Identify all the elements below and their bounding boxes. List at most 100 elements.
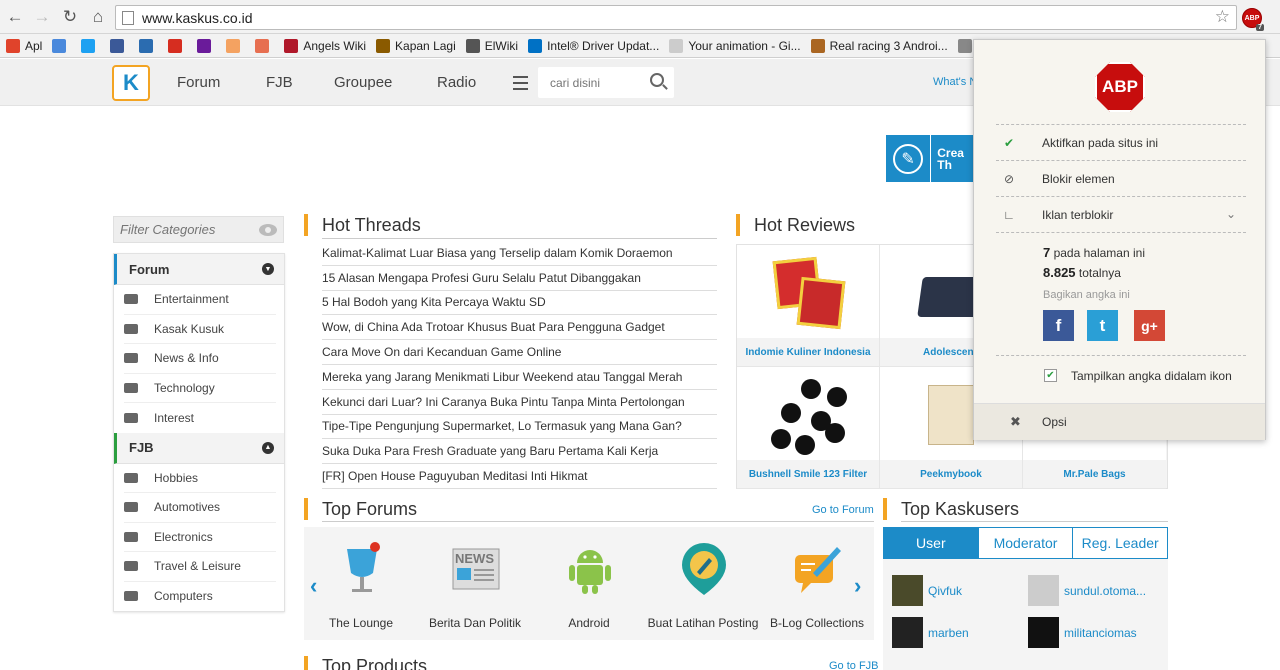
create-thread-button[interactable]: ✎ Crea Th bbox=[886, 135, 976, 182]
category-item[interactable]: Kasak Kusuk bbox=[124, 315, 276, 344]
go-to-fjb-link[interactable]: Go to FJB bbox=[829, 660, 879, 670]
bookmark-item[interactable] bbox=[81, 38, 100, 53]
bookmark-item[interactable]: Apl bbox=[6, 38, 42, 53]
bookmark-item[interactable]: Angels Wiki bbox=[284, 38, 366, 53]
chevron-down-icon[interactable]: ⌄ bbox=[1226, 207, 1236, 221]
forum-item-berita[interactable]: NEWS Berita Dan Politik bbox=[418, 527, 532, 640]
thread-link[interactable]: 5 Hal Bodoh yang Kita Percaya Waktu SD bbox=[322, 291, 717, 316]
thread-link[interactable]: Suka Duka Para Fresh Graduate yang Baru … bbox=[322, 439, 717, 465]
share-label: Bagikan angka ini bbox=[1043, 289, 1130, 301]
thread-link[interactable]: [FR] Open House Paguyuban Meditasi Inti … bbox=[322, 464, 717, 489]
bookmark-item[interactable] bbox=[110, 38, 129, 53]
chevron-down-icon[interactable]: ▼ bbox=[262, 263, 274, 275]
bookmark-item[interactable]: Kapan Lagi bbox=[376, 38, 456, 53]
newspaper-icon: NEWS bbox=[452, 548, 500, 590]
noodle-image bbox=[772, 256, 846, 330]
forum-item-android[interactable]: Android bbox=[532, 527, 646, 640]
nav-fjb[interactable]: FJB bbox=[266, 74, 293, 91]
review-card[interactable]: Bushnell Smile 123 Filter bbox=[737, 367, 880, 489]
category-fjb-header[interactable]: FJB ▲ bbox=[114, 432, 284, 464]
avatar bbox=[892, 617, 923, 648]
search-icon[interactable] bbox=[650, 73, 664, 87]
bookmark-item[interactable] bbox=[139, 38, 158, 53]
bookmark-item[interactable] bbox=[226, 38, 245, 53]
go-to-forum-link[interactable]: Go to Forum bbox=[812, 504, 874, 516]
block-element-item[interactable]: ⊘ Blokir elemen bbox=[996, 160, 1246, 196]
forum-item-latihan-posting[interactable]: Buat Latihan Posting bbox=[646, 527, 760, 640]
menu-icon[interactable] bbox=[513, 76, 528, 94]
address-bar[interactable]: www.kaskus.co.id ☆ bbox=[115, 5, 1237, 30]
thread-link[interactable]: 15 Alasan Mengapa Profesi Guru Selalu Pa… bbox=[322, 266, 717, 291]
nav-radio[interactable]: Radio bbox=[437, 74, 476, 91]
bookmark-item[interactable]: Real racing 3 Androi... bbox=[810, 38, 948, 53]
eye-icon[interactable] bbox=[259, 224, 277, 236]
bookmark-item[interactable]: Your animation - Gi... bbox=[669, 38, 801, 53]
forum-item-the-lounge[interactable]: The Lounge bbox=[304, 527, 418, 640]
category-item[interactable]: Entertainment bbox=[124, 285, 276, 315]
forward-icon[interactable]: → bbox=[32, 7, 52, 27]
bookmark-item[interactable]: ElWiki bbox=[465, 38, 518, 53]
twitter-share-icon[interactable]: t bbox=[1087, 310, 1118, 341]
options-item[interactable]: ✖ Opsi bbox=[974, 403, 1265, 440]
bookmark-icon bbox=[52, 38, 67, 53]
user-item[interactable]: militanciomas bbox=[1028, 617, 1137, 648]
kaskus-logo[interactable]: K bbox=[112, 65, 150, 101]
thread-link[interactable]: Cara Move On dari Kecanduan Game Online bbox=[322, 340, 717, 365]
category-item[interactable]: Travel & Leisure bbox=[124, 552, 276, 582]
reload-icon[interactable]: ↻ bbox=[60, 7, 80, 27]
emoji-stickers-image bbox=[771, 377, 847, 457]
whats-new-link[interactable]: What's N bbox=[933, 76, 977, 88]
user-item[interactable]: Qivfuk bbox=[892, 575, 962, 606]
blocked-ads-item[interactable]: ∟ Iklan terblokir ⌄ bbox=[996, 196, 1246, 232]
bookmark-item[interactable] bbox=[168, 38, 187, 53]
category-item[interactable]: Automotives bbox=[124, 493, 276, 523]
thread-link[interactable]: Wow, di China Ada Trotoar Khusus Buat Pa… bbox=[322, 315, 717, 341]
user-item[interactable]: marben bbox=[892, 617, 969, 648]
bookmark-icon bbox=[110, 38, 125, 53]
top-forums-title: Top Forums bbox=[304, 498, 417, 520]
bookmark-icon bbox=[6, 38, 20, 53]
category-item[interactable]: Technology bbox=[124, 374, 276, 403]
show-count-in-icon-option[interactable]: ✔ Tampilkan angka didalam ikon bbox=[996, 355, 1246, 395]
bookmark-item[interactable] bbox=[197, 38, 216, 53]
category-item[interactable]: Computers bbox=[124, 582, 276, 612]
bookmark-item[interactable] bbox=[255, 38, 274, 53]
search-input[interactable] bbox=[550, 75, 645, 90]
filter-categories-input[interactable] bbox=[120, 222, 250, 237]
chart-icon: ∟ bbox=[1003, 207, 1015, 222]
thread-link[interactable]: Kalimat-Kalimat Luar Biasa yang Terselip… bbox=[322, 241, 717, 266]
checkbox[interactable]: ✔ bbox=[1044, 369, 1057, 382]
chevron-right-icon[interactable]: › bbox=[854, 573, 861, 599]
review-card[interactable]: Indomie Kuliner Indonesia bbox=[737, 245, 880, 367]
nav-forum[interactable]: Forum bbox=[177, 74, 220, 91]
tab-moderator[interactable]: Moderator bbox=[979, 528, 1074, 558]
bookmark-star-icon[interactable]: ☆ bbox=[1215, 7, 1230, 27]
nav-groupee[interactable]: Groupee bbox=[334, 74, 392, 91]
page-blocked-count: 7 pada halaman ini bbox=[1043, 245, 1145, 260]
category-item[interactable]: News & Info bbox=[124, 344, 276, 374]
thread-link[interactable]: Tipe-Tipe Pengunjung Supermarket, Lo Ter… bbox=[322, 415, 717, 440]
gplus-share-icon[interactable]: g+ bbox=[1134, 310, 1165, 341]
user-item[interactable]: sundul.otoma... bbox=[1028, 575, 1146, 606]
bookmark-item[interactable]: Intel® Driver Updat... bbox=[528, 38, 659, 53]
back-icon[interactable]: ← bbox=[5, 7, 25, 27]
adblock-toolbar-icon[interactable]: ABP 7 bbox=[1242, 8, 1264, 31]
category-item[interactable]: Hobbies bbox=[124, 464, 276, 493]
url-text[interactable]: www.kaskus.co.id bbox=[142, 10, 252, 26]
search-box bbox=[538, 67, 674, 98]
bookmark-item[interactable] bbox=[52, 38, 71, 53]
tab-user[interactable]: User bbox=[884, 528, 979, 558]
thread-link[interactable]: Kekunci dari Luar? Ini Caranya Buka Pint… bbox=[322, 390, 717, 415]
bookmark-icon bbox=[957, 38, 972, 53]
create-thread-label: Crea Th bbox=[937, 145, 964, 172]
category-item[interactable]: Interest bbox=[124, 403, 276, 433]
category-forum-header[interactable]: Forum ▼ bbox=[114, 254, 284, 285]
bookmark-icon bbox=[255, 38, 270, 53]
facebook-share-icon[interactable]: f bbox=[1043, 310, 1074, 341]
enable-on-site-item[interactable]: ✔ Aktifkan pada situs ini bbox=[996, 124, 1246, 160]
thread-link[interactable]: Mereka yang Jarang Menikmati Libur Weeke… bbox=[322, 365, 717, 390]
category-item[interactable]: Electronics bbox=[124, 523, 276, 552]
chevron-up-icon[interactable]: ▲ bbox=[262, 441, 274, 454]
tab-reg-leader[interactable]: Reg. Leader bbox=[1073, 528, 1167, 558]
home-icon[interactable]: ⌂ bbox=[88, 7, 108, 27]
